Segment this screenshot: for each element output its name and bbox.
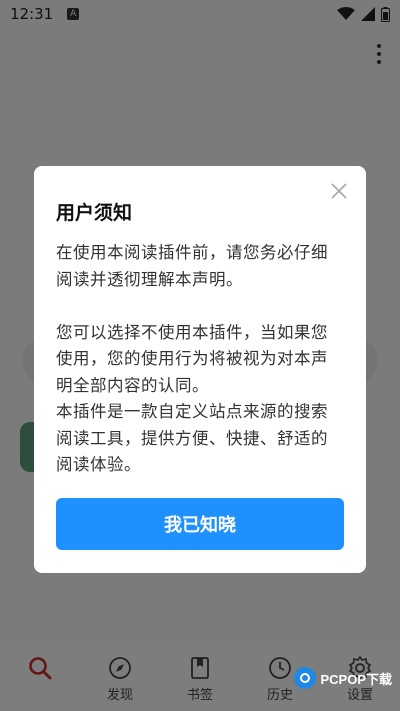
- watermark-logo-icon: [294, 667, 317, 689]
- watermark: PCPOP下载: [294, 667, 392, 689]
- dialog-title: 用户须知: [56, 202, 133, 224]
- acknowledge-button[interactable]: 我已知晓: [56, 498, 344, 550]
- screen: 12:31 A 发现: [0, 0, 400, 711]
- close-icon[interactable]: [328, 180, 350, 202]
- dialog-body: 在使用本阅读插件前，请您务必仔细阅读并透彻理解本声明。 您可以选择不使用本插件，…: [56, 243, 328, 474]
- watermark-text: PCPOP下载: [320, 671, 392, 687]
- user-notice-dialog: 用户须知 在使用本阅读插件前，请您务必仔细阅读并透彻理解本声明。 您可以选择不使…: [34, 166, 366, 573]
